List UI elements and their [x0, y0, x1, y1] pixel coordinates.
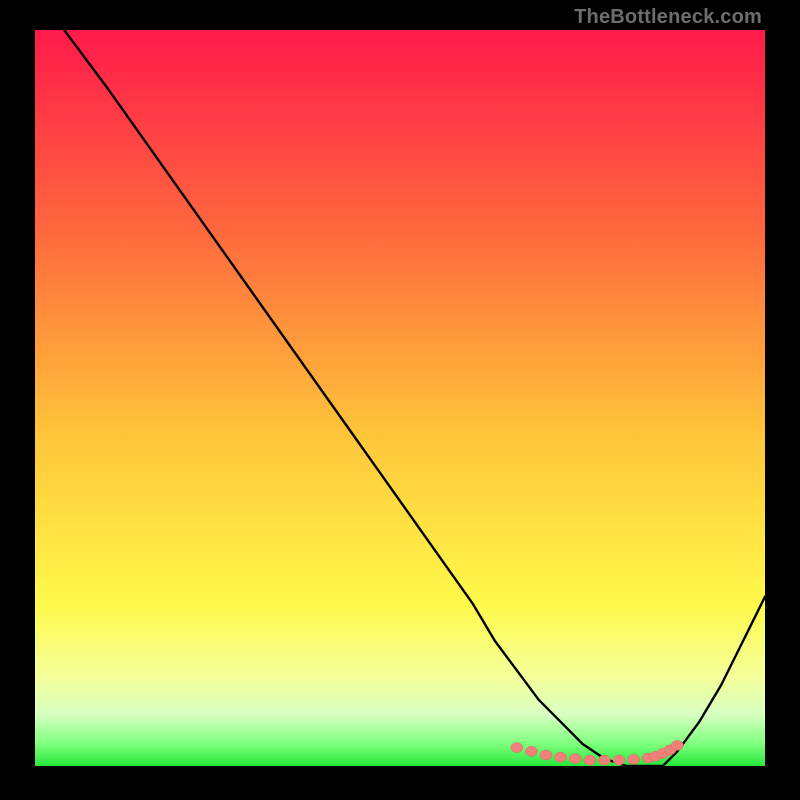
watermark-text: TheBottleneck.com: [574, 6, 762, 29]
highlight-dot: [540, 750, 552, 760]
highlight-dot: [598, 755, 610, 765]
highlight-dot: [628, 754, 640, 764]
highlight-dot: [555, 752, 567, 762]
highlight-dot: [671, 740, 683, 750]
highlight-dot: [569, 754, 581, 764]
highlight-dot: [511, 743, 523, 753]
highlight-dot: [584, 755, 596, 765]
plot-area: [35, 30, 765, 766]
chart-svg: [35, 30, 765, 766]
chart-frame: TheBottleneck.com: [0, 0, 800, 800]
highlight-dot: [525, 746, 537, 756]
highlight-dot: [613, 755, 625, 765]
